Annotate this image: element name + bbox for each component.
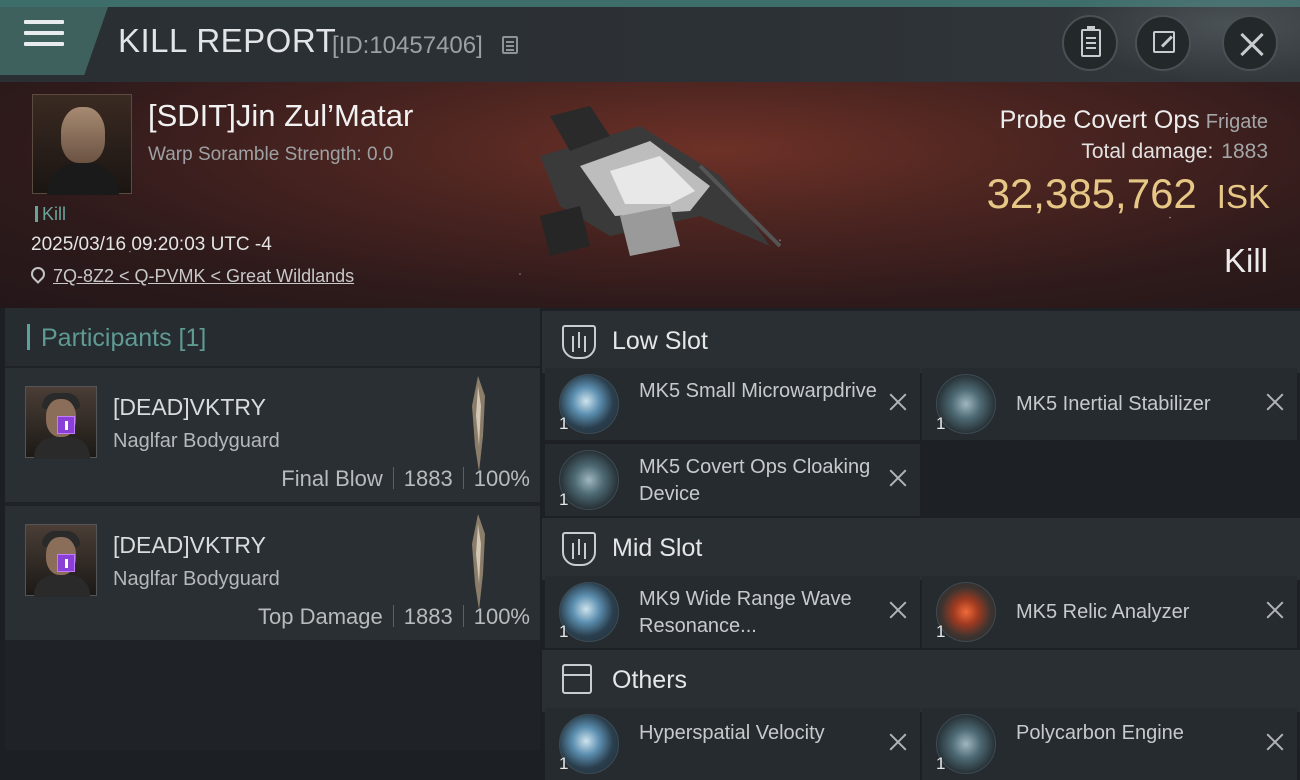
module-quantity: 1	[559, 490, 569, 509]
module-quantity: 1	[936, 622, 946, 641]
mid-slot-header: Mid Slot	[542, 518, 1300, 580]
module-name: MK9 Wide Range Wave Resonance...	[639, 588, 852, 637]
low-slot-icon	[562, 325, 596, 359]
close-icon[interactable]	[888, 732, 908, 752]
participant-name[interactable]: [DEAD]VKTRY	[113, 532, 266, 559]
victim-ship-image[interactable]	[520, 96, 790, 276]
participant-card[interactable]: [DEAD]VKTRY Naglfar Bodyguard Top Damage…	[5, 506, 540, 640]
close-icon[interactable]	[888, 600, 908, 620]
module-item[interactable]: 1 Hyperspatial Velocity	[545, 708, 920, 780]
participants-title: Participants [1]	[41, 324, 207, 352]
module-item[interactable]: 1 MK9 Wide Range Wave Resonance...	[545, 576, 920, 648]
ship-class: Frigate	[1205, 111, 1268, 133]
module-item[interactable]: 1 MK5 Small Microwarpdrive	[545, 368, 920, 440]
result-label: Kill	[1223, 242, 1268, 279]
info-badge-icon	[57, 416, 75, 434]
module-name: Polycarbon Engine	[1016, 722, 1184, 744]
participant-stats: Top Damage 1883 100%	[258, 604, 530, 629]
module-quantity: 1	[559, 754, 569, 773]
info-badge-icon	[57, 554, 75, 572]
report-id: [ID:10457406]	[332, 32, 483, 59]
close-icon[interactable]	[888, 468, 908, 488]
close-icon[interactable]	[888, 392, 908, 412]
module-quantity: 1	[559, 414, 569, 433]
share-icon	[1153, 31, 1175, 53]
share-button[interactable]	[1135, 15, 1191, 71]
low-slot-title: Low Slot	[612, 327, 708, 355]
module-quantity: 1	[936, 754, 946, 773]
others-header: Others	[542, 650, 1300, 712]
module-name: Hyperspatial Velocity	[639, 722, 825, 744]
participant-ship: Naglfar Bodyguard	[113, 430, 280, 452]
close-icon[interactable]	[1265, 600, 1285, 620]
low-slot-header: Low Slot	[542, 311, 1300, 373]
module-quantity: 1	[559, 622, 569, 641]
close-icon[interactable]	[1265, 392, 1285, 412]
participant-ship: Naglfar Bodyguard	[113, 568, 280, 590]
participant-card[interactable]: [DEAD]VKTRY Naglfar Bodyguard Final Blow…	[5, 368, 540, 502]
isk-value: 32,385,762 ISK	[986, 170, 1270, 217]
mid-slot-icon	[562, 532, 596, 566]
cube-icon	[562, 664, 592, 694]
page-title: KILL REPORT	[118, 22, 337, 59]
kill-datetime: 2025/03/16 09:20:03 UTC -4	[31, 234, 272, 255]
others-title: Others	[612, 666, 688, 694]
participants-panel: Participants [1] [DEAD]VKTRY Naglfar Bod…	[5, 308, 540, 750]
module-item[interactable]: 1 MK5 Relic Analyzer	[922, 576, 1297, 648]
victim-portrait[interactable]	[32, 94, 132, 195]
total-damage-value: 1883	[1221, 140, 1268, 163]
module-name: MK5 Relic Analyzer	[1016, 601, 1190, 623]
location-link[interactable]: 7Q-8Z2 < Q-PVMK < Great Wildlands	[53, 266, 354, 287]
close-icon[interactable]	[1265, 732, 1285, 752]
copy-icon[interactable]	[502, 36, 518, 54]
victim-banner: [SDIT]Jin Zul’Matar Warp Soramble Streng…	[0, 82, 1300, 308]
participant-name[interactable]: [DEAD]VKTRY	[113, 394, 266, 421]
module-name: MK5 Covert Ops Cloaking Device	[639, 456, 871, 505]
isk-unit: ISK	[1216, 178, 1270, 215]
participant-stats: Final Blow 1883 100%	[281, 466, 530, 491]
kill-tag: Kill	[35, 204, 66, 225]
participant-ship-icon	[472, 376, 485, 472]
close-button[interactable]	[1222, 15, 1278, 71]
fitting-panel: Low Slot 1 MK5 Small Microwarpdrive 1 MK…	[542, 308, 1300, 780]
module-name: MK5 Small Microwarpdrive	[639, 380, 877, 402]
module-item[interactable]: 1 MK5 Covert Ops Cloaking Device	[545, 444, 920, 516]
clipboard-button[interactable]	[1062, 15, 1118, 71]
mid-slot-title: Mid Slot	[612, 534, 703, 562]
victim-ship-name[interactable]: Probe Covert Ops Frigate	[1000, 106, 1268, 135]
module-item[interactable]: 1 Polycarbon Engine	[922, 708, 1297, 780]
clipboard-icon	[1081, 26, 1101, 57]
participant-ship-icon	[472, 514, 485, 610]
module-name: MK5 Inertial Stabilizer	[1016, 393, 1211, 415]
hamburger-menu-icon[interactable]	[24, 20, 64, 54]
top-bar: KILL REPORT [ID:10457406]	[0, 0, 1300, 82]
total-damage: Total damage: 1883	[1081, 140, 1268, 163]
module-quantity: 1	[936, 414, 946, 433]
warp-scramble-strength: Warp Soramble Strength: 0.0	[148, 144, 394, 165]
participants-header: Participants [1]	[5, 308, 540, 366]
victim-name[interactable]: [SDIT]Jin Zul’Matar	[148, 98, 413, 134]
module-item[interactable]: 1 MK5 Inertial Stabilizer	[922, 368, 1297, 440]
